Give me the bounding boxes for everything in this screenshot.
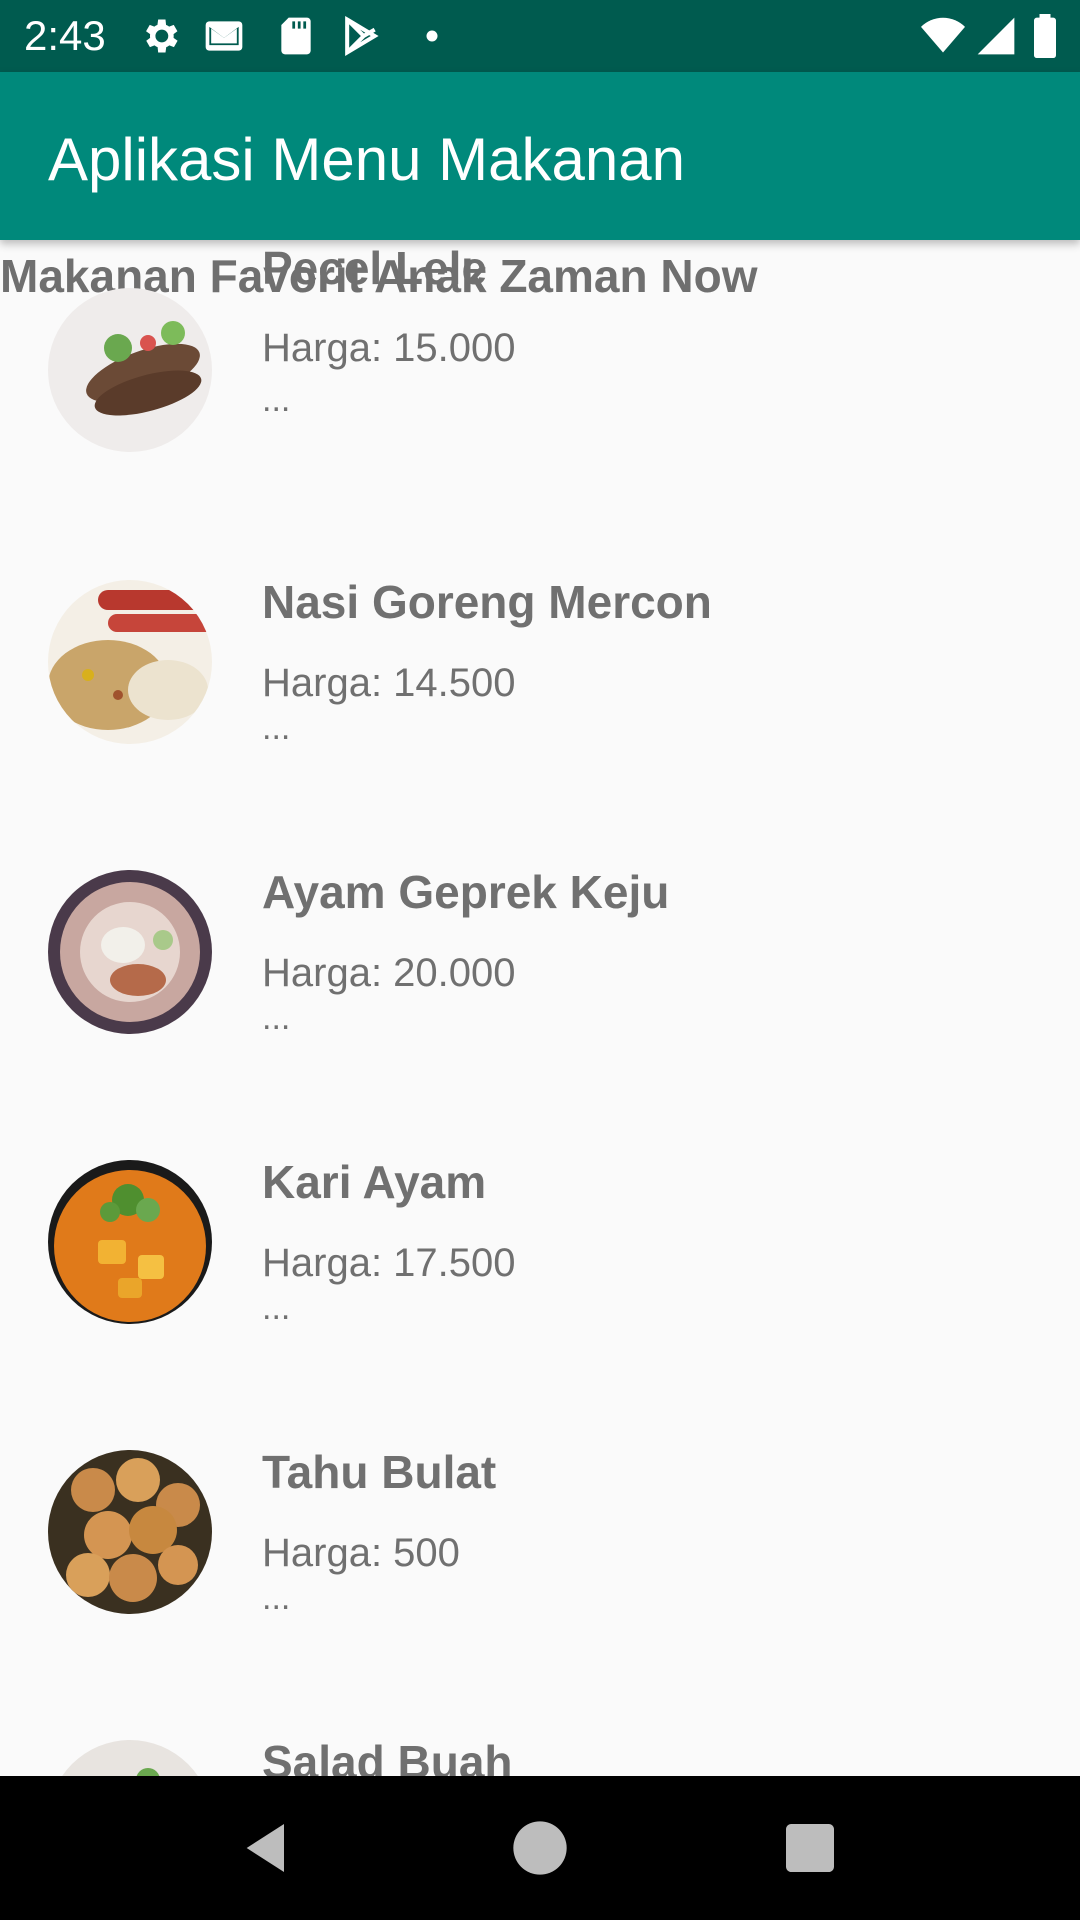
item-price: Harga: 14.500 (262, 661, 516, 705)
list-item[interactable]: Tahu Bulat Harga: 500 ... (0, 1400, 1080, 1690)
menu-list[interactable]: Makanan Favorit Anak Zaman Now Pecel Lel… (0, 240, 1080, 1776)
wifi-icon (921, 17, 965, 53)
item-ellipsis: ... (262, 999, 291, 1037)
app-title: Aplikasi Menu Makanan (48, 126, 686, 193)
list-item[interactable]: Nasi Goreng Mercon Harga: 14.500 ... (0, 530, 1080, 820)
item-ellipsis: ... (262, 1579, 291, 1617)
item-name: Salad Buah (262, 1736, 513, 1776)
status-icons-right (920, 14, 1080, 58)
dot-icon (426, 30, 438, 42)
item-name: Ayam Geprek Keju (262, 866, 670, 918)
item-ellipsis: ... (262, 709, 291, 747)
signal-icon (977, 17, 1015, 55)
gear-icon (146, 19, 178, 53)
list-item[interactable]: Kari Ayam Harga: 17.500 ... (0, 1110, 1080, 1400)
item-name: Pecel Lele (262, 242, 488, 294)
item-price: Harga: 20.000 (262, 951, 516, 995)
sd-card-icon (281, 17, 311, 55)
food-thumbnail (48, 288, 212, 452)
item-price: Harga: 15.000 (262, 326, 516, 370)
list-item[interactable]: Salad Buah (0, 1690, 1080, 1776)
home-icon[interactable] (508, 1816, 572, 1880)
food-thumbnail (48, 580, 212, 744)
navigation-bar (0, 1776, 1080, 1920)
recents-icon[interactable] (778, 1816, 842, 1880)
item-name: Kari Ayam (262, 1156, 487, 1208)
food-thumbnail (48, 1740, 212, 1776)
list-item[interactable]: Ayam Geprek Keju Harga: 20.000 ... (0, 820, 1080, 1110)
status-time: 2:43 (24, 12, 106, 59)
item-name: Tahu Bulat (262, 1446, 497, 1498)
list-item[interactable]: Pecel Lele Harga: 15.000 ... (0, 240, 1080, 530)
battery-icon (1034, 14, 1056, 58)
item-price: Harga: 500 (262, 1531, 460, 1575)
item-name: Nasi Goreng Mercon (262, 576, 712, 628)
play-store-icon (345, 15, 379, 57)
food-thumbnail (48, 870, 212, 1034)
item-ellipsis: ... (262, 1289, 291, 1327)
app-bar: Aplikasi Menu Makanan (0, 72, 1080, 240)
item-price: Harga: 17.500 (262, 1241, 516, 1285)
item-ellipsis: ... (262, 381, 291, 419)
gmail-icon (205, 21, 243, 51)
food-thumbnail (48, 1450, 212, 1614)
status-bar: 2:43 (0, 0, 1080, 72)
back-icon[interactable] (236, 1816, 300, 1880)
food-thumbnail (48, 1160, 212, 1324)
